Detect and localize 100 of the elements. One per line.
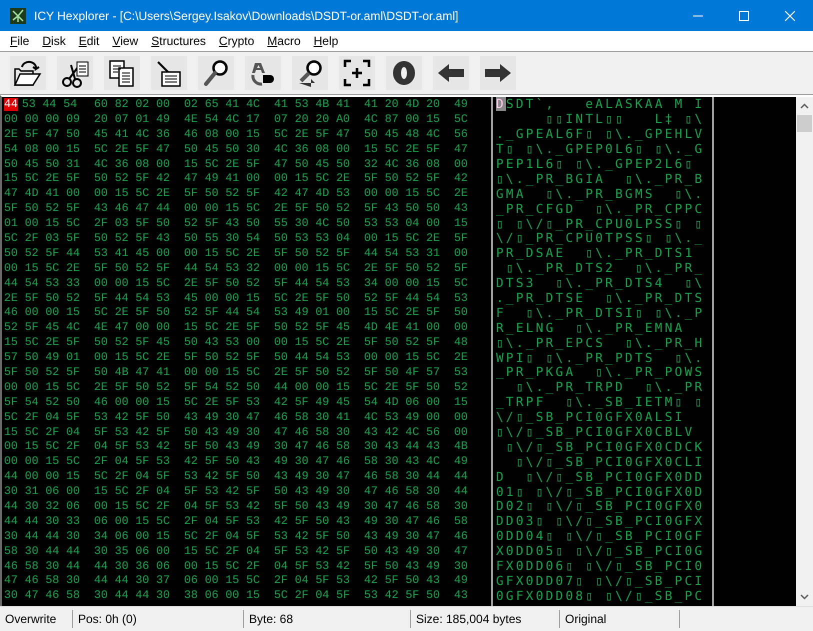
hex-bytes: 00 00 15 5C (184, 202, 260, 216)
hex-bytes: 50 45 50 31 (4, 158, 80, 170)
hex-bytes: 32 4C 36 08 (364, 158, 440, 170)
hex-bytes: 49 (454, 98, 468, 111)
hex-bytes: 49 30 47 46 (274, 455, 350, 468)
copy-button[interactable] (104, 56, 140, 90)
hex-bytes: 00 00 15 5C (4, 380, 80, 394)
hex-bytes: 02 65 41 4C (184, 98, 260, 111)
scissors-button[interactable] (57, 56, 93, 90)
hex-bytes: 50 52 5F 45 (274, 321, 350, 334)
paste-document-button[interactable] (151, 56, 187, 90)
ascii-text: F ▯\._PR_DTSI▯ ▯\._P (496, 306, 704, 320)
ascii-text: \/▯_PR_CPU0TPSS▯ ▯\._ (496, 231, 704, 246)
hex-bytes: 2E 5F 50 52 (184, 276, 260, 290)
hex-bytes: 47 4D 41 00 (4, 187, 80, 200)
hex-bytes: 5F 50 52 5F (364, 172, 440, 186)
menu-item[interactable]: Help (306, 33, 344, 49)
ascii-text: DD03▯ ▯\/▯_SB_PCI0GFX (496, 514, 704, 528)
hex-bytes: 50 52 5F 44 (4, 246, 80, 260)
zero-circle-button[interactable] (386, 56, 422, 90)
hex-bytes: 5C (454, 112, 468, 126)
brackets-plus-icon (341, 57, 373, 89)
hex-bytes: 30 44 44 30 (94, 589, 170, 602)
hex-bytes: 47 46 58 30 (4, 574, 80, 588)
hex-bytes: 00 00 15 5C (364, 351, 440, 364)
hex-bytes: 44 (454, 485, 468, 498)
hex-bytes: 44 54 53 33 (4, 276, 80, 290)
hex-bytes: 50 (454, 306, 468, 320)
hex-bytes: 50 44 54 53 (274, 351, 350, 364)
hex-bytes: 5F 53 42 5F (274, 544, 350, 558)
hex-bytes: 47 (454, 142, 468, 156)
find-next-button[interactable] (292, 56, 328, 90)
scrollbar[interactable] (796, 97, 813, 606)
search-button[interactable] (198, 56, 234, 90)
hex-bytes: 49 (454, 455, 468, 468)
menu-item[interactable]: Structures (144, 33, 212, 49)
ascii-text: DTS3 ▯\._PR_DTS4 ▯\ (496, 276, 704, 290)
hex-bytes: 00 00 15 5C (274, 262, 350, 275)
hex-bytes: 00 15 5C 2F (94, 500, 170, 513)
ascii-text: GMA ▯\._PR_BGMS ▯\. (496, 186, 704, 201)
menu-item[interactable]: View (105, 33, 144, 49)
ascii-text: ▯\/▯_SB_PCI0GFX0CDCK (506, 440, 704, 454)
menu-item[interactable]: Macro (260, 33, 307, 49)
ascii-text: X0DD05▯ ▯\/▯_SB_PCI0G (496, 544, 704, 558)
hex-bytes: 42 5F 50 43 (184, 455, 260, 468)
hex-bytes: 50 52 5F 42 (94, 172, 170, 186)
hex-bytes: 15 (454, 396, 468, 409)
hex-bytes: 43 49 30 47 (364, 530, 440, 543)
hex-bytes: 50 43 49 30 (184, 426, 260, 439)
status-field: Byte: 68 (244, 610, 411, 628)
hex-bytes: 38 06 00 15 (184, 589, 260, 602)
window-title: ICY Hexplorer - [C:\Users\Sergey.Isakov\Downloads\DSDT-or.aml\DSDT-or.aml] (34, 8, 460, 22)
hex-bytes: 53 (454, 366, 468, 379)
hex-bytes: 55 30 4C 50 (274, 217, 350, 230)
open-folder-button[interactable] (10, 56, 46, 90)
hex-bytes: 58 30 44 44 (4, 544, 80, 558)
hex-bytes: 53 53 04 00 (364, 217, 440, 230)
hex-bytes: 50 43 49 30 (274, 485, 350, 498)
hex-bytes: 04 5F 53 42 (184, 500, 260, 513)
ascii-text: ▯\._PR_EPCS ▯\._PR_H (496, 336, 704, 350)
hex-bytes: 00 15 5C 2E (364, 232, 440, 245)
left-arrow-button[interactable] (433, 56, 469, 90)
hex-bytes: 44 54 53 32 (184, 262, 260, 275)
hex-bytes: 5F 50 52 5F (94, 262, 170, 275)
ascii-text: D ▯\/▯_SB_PCI0GFX0DD (496, 470, 704, 484)
ascii-text: ▯▯INTL▯▯ L‡ ▯\ (544, 112, 704, 126)
hex-bytes: 5C 2F 04 5F (4, 410, 80, 424)
status-field: Overwrite (0, 610, 73, 628)
hex-bytes: 15 5C 2E 5F (184, 321, 260, 334)
hex-bytes: 43 (454, 202, 468, 216)
hex-bytes: 41 20 4D 20 (364, 98, 440, 111)
hex-bytes: 30 (454, 560, 468, 573)
hex-bytes: 2F 04 5F 53 (274, 574, 350, 588)
hex-bytes: 4C 36 08 00 (274, 142, 350, 156)
right-arrow-button[interactable] (480, 56, 516, 90)
hex-bytes: 5F 44 54 53 (274, 276, 350, 290)
menu-item[interactable]: File (3, 33, 36, 49)
hex-bytes: 00 (454, 246, 468, 260)
hex-bytes: 47 46 58 30 (274, 426, 350, 439)
hex-bytes: 48 (454, 336, 468, 350)
brackets-plus-button[interactable] (339, 56, 375, 90)
hex-bytes: 20 07 01 49 (94, 112, 170, 126)
hex-bytes: 15 5C 2E 5F (4, 336, 80, 350)
hex-bytes: 5F (454, 262, 468, 275)
hex-bytes: 42 5F 50 43 (274, 514, 350, 528)
replace-button[interactable] (245, 56, 281, 90)
hex-bytes: 46 (454, 530, 468, 543)
hex-bytes: 00 15 5C 2E (4, 262, 80, 275)
menu-item[interactable]: Crypto (212, 33, 260, 49)
hex-bytes: 00 (454, 158, 468, 170)
hex-bytes: 00 15 5C 2F (184, 560, 260, 573)
hex-bytes: 5F 53 42 5F (94, 426, 170, 439)
hex-bytes: 5F 50 4F 57 (364, 366, 440, 379)
hex-bytes: 00 15 5C 2E (94, 187, 170, 200)
hex-bytes: 44 30 32 06 (4, 500, 80, 513)
hex-bytes: 00 15 5C 2E (274, 172, 350, 186)
menu-item[interactable]: Disk (35, 33, 72, 49)
menu-item[interactable]: Edit (72, 33, 106, 49)
scrollbar-thumb[interactable] (797, 115, 812, 132)
maximize-icon (739, 10, 749, 20)
